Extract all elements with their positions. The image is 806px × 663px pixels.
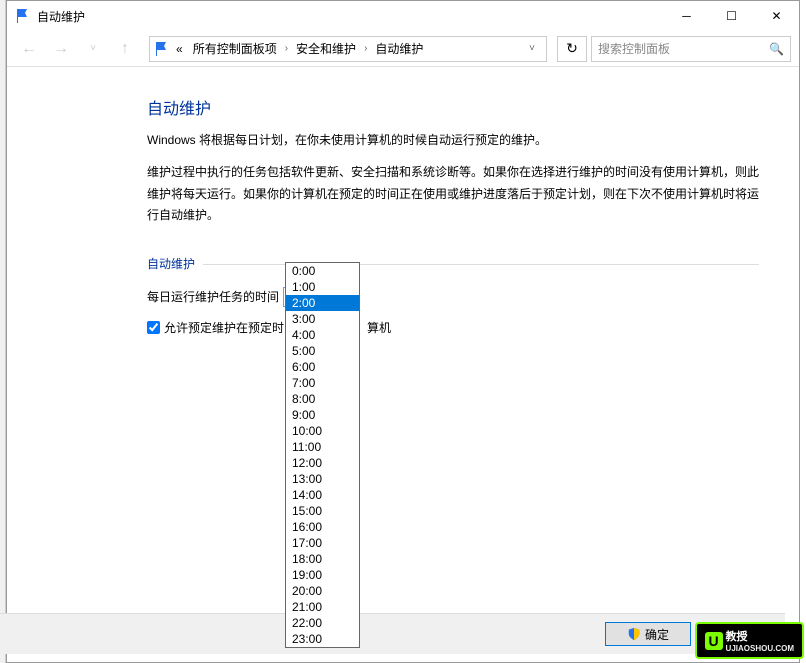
watermark-sub: UJIAOSHOU.COM: [726, 644, 794, 653]
dropdown-option[interactable]: 7:00: [286, 375, 359, 391]
dropdown-option[interactable]: 6:00: [286, 359, 359, 375]
flag-icon-small: [154, 41, 170, 57]
recent-dropdown[interactable]: ˅: [79, 35, 107, 63]
search-icon: 🔍: [769, 42, 784, 56]
back-button[interactable]: ←: [15, 35, 43, 63]
titlebar: 自动维护 ─ ☐ ✕: [7, 1, 799, 31]
dropdown-option[interactable]: 20:00: [286, 583, 359, 599]
close-button[interactable]: ✕: [754, 1, 799, 31]
breadcrumb[interactable]: « 所有控制面板项 › 安全和维护 › 自动维护 ˅: [149, 36, 547, 62]
breadcrumb-prefix[interactable]: «: [172, 42, 187, 56]
search-input[interactable]: 搜索控制面板 🔍: [591, 36, 791, 62]
dropdown-option[interactable]: 11:00: [286, 439, 359, 455]
watermark-text: 教授: [726, 628, 794, 644]
watermark-u-icon: U: [705, 632, 723, 650]
refresh-button[interactable]: ↻: [557, 36, 587, 62]
breadcrumb-item-2[interactable]: 自动维护: [371, 40, 427, 57]
maximize-button[interactable]: ☐: [709, 1, 754, 31]
checkbox-label-before: 允许预定维护在预定时: [164, 319, 284, 336]
wake-checkbox-row: 允许预定维护在预定时 算机: [147, 319, 759, 336]
checkbox-label-after: 算机: [367, 319, 391, 336]
dropdown-option[interactable]: 12:00: [286, 455, 359, 471]
window-frame: 自动维护 ─ ☐ ✕ ← → ˅ ↑ « 所有控制面板项 › 安全和维护 › 自…: [6, 0, 800, 663]
dropdown-option[interactable]: 2:00: [286, 295, 359, 311]
dropdown-option[interactable]: 10:00: [286, 423, 359, 439]
forward-button[interactable]: →: [47, 35, 75, 63]
dropdown-option[interactable]: 16:00: [286, 519, 359, 535]
dropdown-option[interactable]: 18:00: [286, 551, 359, 567]
dropdown-option[interactable]: 13:00: [286, 471, 359, 487]
dropdown-option[interactable]: 9:00: [286, 407, 359, 423]
toolbar: ← → ˅ ↑ « 所有控制面板项 › 安全和维护 › 自动维护 ˅ ↻ 搜索控…: [7, 31, 799, 67]
window-title: 自动维护: [37, 8, 85, 25]
breadcrumb-dropdown-icon[interactable]: ˅: [522, 43, 542, 54]
dropdown-option[interactable]: 17:00: [286, 535, 359, 551]
dropdown-option[interactable]: 0:00: [286, 263, 359, 279]
description-1: Windows 将根据每日计划，在你未使用计算机的时候自动运行预定的维护。: [147, 131, 759, 150]
dropdown-option[interactable]: 8:00: [286, 391, 359, 407]
dropdown-option[interactable]: 3:00: [286, 311, 359, 327]
dropdown-option[interactable]: 14:00: [286, 487, 359, 503]
flag-icon: [15, 8, 31, 24]
section-label: 自动维护: [147, 257, 195, 271]
watermark: U 教授 UJIAOSHOU.COM: [695, 622, 804, 659]
up-button[interactable]: ↑: [111, 35, 139, 63]
content-area: 自动维护 Windows 将根据每日计划，在你未使用计算机的时候自动运行预定的维…: [7, 67, 799, 336]
button-bar: 确定 取消: [0, 613, 785, 654]
dropdown-option[interactable]: 22:00: [286, 615, 359, 631]
dropdown-option[interactable]: 15:00: [286, 503, 359, 519]
search-placeholder: 搜索控制面板: [598, 40, 670, 57]
dropdown-option[interactable]: 21:00: [286, 599, 359, 615]
breadcrumb-item-0[interactable]: 所有控制面板项: [189, 40, 281, 57]
time-row: 每日运行维护任务的时间 2:00 ▾: [147, 287, 759, 307]
dropdown-option[interactable]: 4:00: [286, 327, 359, 343]
dropdown-option[interactable]: 5:00: [286, 343, 359, 359]
shield-icon: [627, 627, 641, 641]
dropdown-option[interactable]: 23:00: [286, 631, 359, 647]
description-2: 维护过程中执行的任务包括软件更新、安全扫描和系统诊断等。如果你在选择进行维护的时…: [147, 162, 759, 227]
ok-label: 确定: [645, 626, 669, 643]
page-title: 自动维护: [147, 95, 759, 119]
minimize-button[interactable]: ─: [664, 1, 709, 31]
dropdown-option[interactable]: 1:00: [286, 279, 359, 295]
time-label: 每日运行维护任务的时间: [147, 288, 279, 305]
breadcrumb-item-1[interactable]: 安全和维护: [292, 40, 360, 57]
breadcrumb-separator: ›: [362, 43, 369, 54]
breadcrumb-separator: ›: [283, 43, 290, 54]
ok-button[interactable]: 确定: [605, 622, 691, 646]
dropdown-option[interactable]: 19:00: [286, 567, 359, 583]
time-dropdown-list[interactable]: 0:001:002:003:004:005:006:007:008:009:00…: [285, 262, 360, 648]
wake-checkbox[interactable]: [147, 321, 160, 334]
